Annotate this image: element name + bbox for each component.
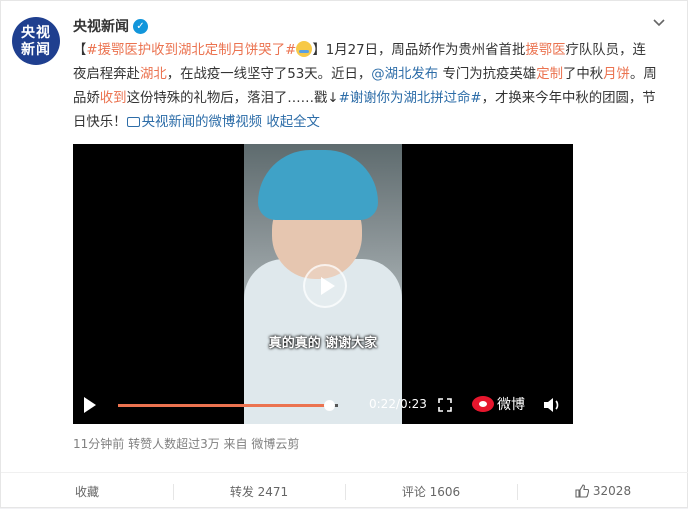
author-header: 央视新闻 ✓ [73, 16, 148, 36]
post-meta: 11分钟前 转赞人数超过3万 来自 微博云剪 [73, 437, 300, 451]
video-subtitle: 真的真的 谢谢大家 [268, 336, 378, 351]
weibo-post-card: 央视 新闻 央视新闻 ✓ 【#援鄂医护收到湖北定制月饼哭了# 】1月27日，周品娇… [0, 0, 688, 508]
weibo-watermark: 微博 [472, 393, 530, 415]
collapse-link[interactable]: 收起全文 [266, 115, 320, 130]
hashtag-link[interactable]: #援鄂医护收到湖北定制月饼哭了# [86, 43, 296, 58]
weibo-brand-text: 微博 [497, 397, 525, 413]
volume-icon[interactable] [543, 397, 563, 413]
keyword-highlight: 收到 [99, 91, 127, 106]
chevron-down-icon[interactable] [653, 17, 665, 29]
favorite-label: 收藏 [74, 484, 99, 499]
like-count: 32028 [592, 484, 632, 498]
post-text-segment: 这份特殊的礼物后，落泪了……戳↓ [126, 91, 339, 106]
crying-emoji-icon [296, 41, 313, 57]
keyword-highlight: 援鄂医 [525, 43, 566, 58]
video-icon [126, 117, 140, 127]
favorite-button[interactable]: 收藏 [1, 473, 173, 509]
keyword-highlight: 定制 [536, 67, 563, 82]
keyword-highlight: 月饼 [603, 67, 630, 82]
control-play-icon[interactable] [83, 397, 97, 413]
post-text-segment: 了中秋 [562, 67, 604, 82]
fullscreen-icon[interactable] [438, 398, 452, 412]
progress-bar[interactable] [118, 400, 338, 411]
comment-button[interactable]: 评论 1606 [345, 473, 517, 509]
avatar[interactable]: 央视 新闻 [12, 17, 60, 65]
video-link-label: 央视新闻的微博视频 [141, 115, 263, 130]
thumbs-up-icon [575, 484, 589, 498]
mention-link[interactable]: @湖北发布 [371, 67, 438, 82]
play-icon[interactable] [303, 264, 347, 308]
post-text: 【#援鄂医护收到湖北定制月饼哭了# 】1月27日，周品娇作为贵州省首批援鄂医疗队队… [73, 41, 657, 130]
post-text-segment: 】1月27日，周品娇作为贵州省首批 [312, 43, 526, 58]
post-text-segment: ，在战疫一线坚守了53天。近日， [166, 67, 372, 82]
action-bar: 收藏 转发 2471 评论 1606 32028 [1, 472, 688, 509]
video-link[interactable]: 央视新闻的微博视频 [126, 115, 263, 130]
nurse-cap-shape [258, 150, 378, 220]
keyword-highlight: 湖北 [139, 67, 167, 82]
weibo-logo-icon [472, 396, 494, 412]
video-player[interactable]: 真的真的 谢谢大家 0:22/0:23 微博 [73, 144, 573, 424]
avatar-line-2: 新闻 [21, 41, 51, 58]
repost-button[interactable]: 转发 2471 [173, 473, 345, 509]
repost-label: 转发 2471 [229, 484, 289, 499]
comment-label: 评论 1606 [401, 484, 461, 499]
like-button[interactable]: 32028 [517, 473, 688, 509]
author-name[interactable]: 央视新闻 [73, 16, 129, 36]
post-text-segment: 专门为抗疫英雄 [438, 67, 537, 82]
avatar-line-1: 央视 [21, 24, 51, 41]
timecode: 0:22/0:23 [369, 397, 427, 411]
hashtag-link[interactable]: #谢谢你为湖北拼过命# [339, 91, 482, 106]
progress-fill [118, 404, 330, 407]
verified-badge-icon: ✓ [133, 18, 148, 34]
